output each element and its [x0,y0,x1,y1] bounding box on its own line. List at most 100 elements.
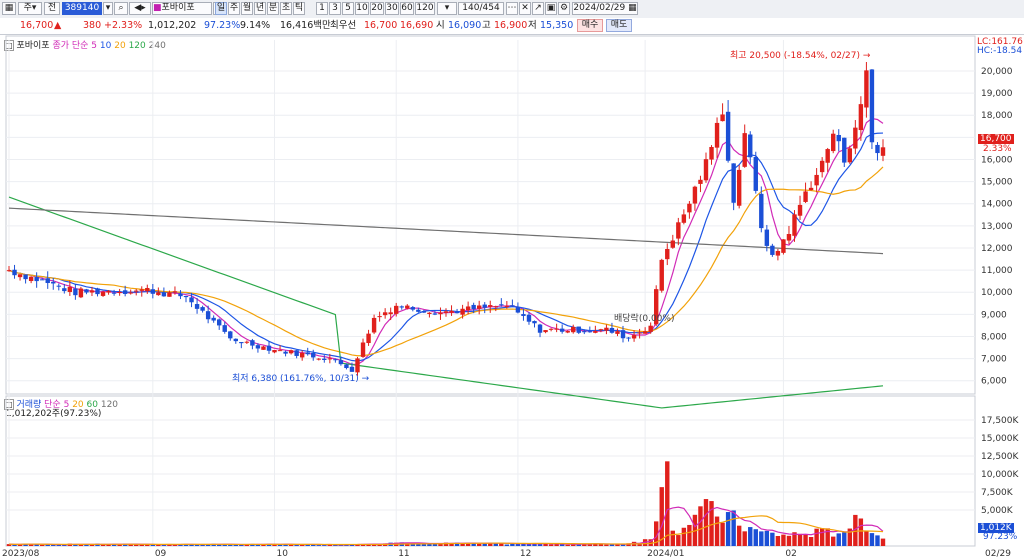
minute-button-7[interactable]: 120 [415,2,435,15]
volume-bar [665,461,670,546]
candle-body [648,325,653,332]
candle-body [62,288,67,292]
candle-body [200,307,205,311]
candle-body [714,122,720,148]
high-label: 고 [482,20,491,31]
save-icon[interactable]: ▣ [545,2,557,15]
date-field[interactable]: 2024/02/29 ▦ [572,2,638,15]
volume-bar [836,533,841,546]
current-price-tag: 16,700 [978,134,1014,144]
tab-period-3[interactable]: 년 [254,2,266,15]
minute-button-6[interactable]: 60 [400,2,414,15]
high-price: 16,900 [494,20,528,31]
tab-period-5[interactable]: 초 [280,2,292,15]
volume-bar [288,544,294,546]
price-tick-label: 16,000 [981,155,1013,165]
candle-body [255,345,261,349]
volume-tick-label: 7,500K [981,488,1014,498]
date-tick-label: 2023/08 [2,549,40,558]
candle-body [842,137,847,163]
minute-button-2[interactable]: 5 [342,2,354,15]
candle-body [703,159,709,181]
candle-body [78,288,84,298]
tool-icon-2[interactable]: ✕ [519,2,531,15]
tab-period-4[interactable]: 분 [267,2,279,15]
code-dropdown-icon[interactable]: ▾ [103,2,113,15]
candle-body [869,69,875,143]
candle-body [836,134,841,142]
candle-body [642,331,648,334]
candle-body [582,331,587,333]
candle-body [443,311,449,313]
candle-body [532,321,537,324]
tab-period-0[interactable]: 일 [215,2,227,15]
sell-button[interactable]: 매도 [606,19,632,32]
date-tick-label: 02 [785,549,796,558]
candle-body [178,293,183,297]
candle-body [460,308,465,315]
current-pct-tag: 2.33% [983,144,1012,154]
minute-button-4[interactable]: 20 [370,2,384,15]
volume-bar [703,499,709,546]
candle-body [100,291,106,296]
low-label: 저 [528,20,537,31]
candle-body [150,289,156,294]
candle-body [825,149,830,163]
minute-button-5[interactable]: 30 [385,2,399,15]
tab-period-1[interactable]: 주 [228,2,240,15]
tool-icon-3[interactable]: ↗ [532,2,544,15]
minute-button-3[interactable]: 10 [355,2,369,15]
candle-body [526,314,532,322]
candle-body [388,312,393,315]
candle-body [803,191,808,202]
stock-chart[interactable]: 20,00019,00018,00017,00016,00015,00014,0… [0,34,1024,558]
price-tick-label: 9,000 [981,310,1007,320]
volume-bar [814,528,819,546]
candle-body [515,307,521,313]
candle-body [681,214,687,223]
minute-button-0[interactable]: 1 [316,2,328,15]
volume-bar [869,533,875,546]
minute-button-1[interactable]: 3 [329,2,341,15]
candle-body [23,274,28,280]
candle-body [548,328,554,330]
price-tick-label: 20,000 [981,67,1013,77]
volume-value: 1,012,202 [148,20,197,31]
candle-body [631,335,637,339]
date-tick-label: 02/29 [985,549,1011,558]
tab-period-6[interactable]: 틱 [293,2,305,15]
volume-bar [797,533,803,546]
data-count-field[interactable]: 140/454 [458,2,504,15]
volume-bar [748,527,753,546]
candle-body [659,259,664,291]
volume-bar [554,544,559,546]
candle-body [161,292,167,297]
candle-body [405,305,410,309]
candle-body [211,317,216,321]
exchange-toggle[interactable]: 전 [44,2,60,15]
chart-menu-icon[interactable]: ▦ [2,2,16,15]
candle-body [34,277,39,282]
open-label: 시 [436,20,445,31]
candle-body [781,239,786,253]
settings-icon[interactable]: ⚙ [558,2,570,15]
stock-code-input[interactable]: 389140 [62,2,102,15]
tool-icon-1[interactable]: ⋯ [506,2,518,15]
stock-name-field[interactable]: ■포바이포 [152,2,212,15]
candle-body [565,331,570,333]
volume-ratio: 97.23% [204,20,241,31]
volume-bar [548,544,554,546]
candle-body [626,337,631,339]
search-icon[interactable]: ⌕ [114,2,128,15]
date-tick-label: 2024/01 [647,549,684,558]
buy-button[interactable]: 매수 [577,19,603,32]
candle-body [399,306,404,308]
period-type-select[interactable]: 주▾ [18,2,42,15]
volume-bar [714,516,720,546]
tab-period-2[interactable]: 월 [241,2,253,15]
period-count-select[interactable]: ▾ [437,2,457,15]
candle-body [510,305,515,307]
candle-body [244,341,250,343]
volume-bar [709,501,714,546]
sound-icon[interactable]: ◀▸ [129,2,151,15]
